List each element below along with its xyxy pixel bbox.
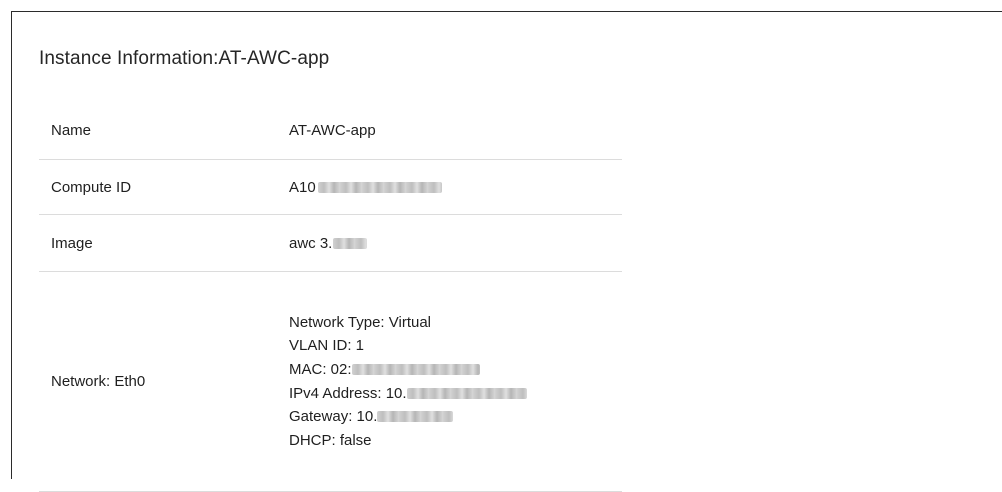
gateway-text: Gateway: 10.: [289, 408, 378, 426]
redacted-compute-id: [317, 181, 442, 193]
redacted-gateway: [377, 411, 454, 423]
table-row-name: Name AT-AWC-app: [39, 101, 622, 160]
image-value: awc 3.: [289, 234, 333, 252]
name-value: AT-AWC-app: [289, 121, 376, 139]
network-cell: Network Type: Virtual VLAN ID: 1 MAC: 02…: [289, 272, 622, 491]
table-row-image: Image awc 3.: [39, 215, 622, 272]
dhcp-text: DHCP: false: [289, 431, 372, 449]
table-row-compute-id: Compute ID A10: [39, 160, 622, 215]
gateway-line: Gateway: 10.: [289, 405, 527, 429]
redacted-ipv4: [406, 387, 527, 399]
instance-info-panel: Instance Information:AT-AWC-app Name AT-…: [11, 11, 1002, 492]
network-type-text: Network Type: Virtual: [289, 313, 432, 331]
mac-text: MAC: 02:: [289, 360, 352, 378]
network-label: Network: Eth0: [51, 373, 146, 390]
ipv4-line: IPv4 Address: 10.: [289, 382, 527, 406]
network-details-list: Network Type: Virtual VLAN ID: 1 MAC: 02…: [289, 311, 527, 453]
image-cell: awc 3.: [289, 215, 622, 271]
mac-line: MAC: 02:: [289, 358, 527, 382]
image-label: Image: [51, 234, 93, 252]
compute-id-value: A10: [289, 178, 316, 196]
dhcp-line: DHCP: false: [289, 429, 527, 453]
redacted-image-version: [333, 237, 368, 249]
instance-details-table: Name AT-AWC-app Compute ID A10 Image awc…: [39, 101, 622, 492]
name-label: Name: [51, 121, 92, 139]
compute-id-label: Compute ID: [51, 178, 132, 196]
network-type-line: Network Type: Virtual: [289, 311, 527, 335]
compute-id-cell: A10: [289, 160, 622, 214]
vlan-id-text: VLAN ID: 1: [289, 337, 365, 355]
table-row-network: Network: Eth0 Network Type: Virtual VLAN…: [39, 272, 622, 492]
page-title: Instance Information:AT-AWC-app: [39, 48, 330, 69]
vlan-id-line: VLAN ID: 1: [289, 334, 527, 358]
ipv4-text: IPv4 Address: 10.: [289, 384, 407, 402]
redacted-mac: [351, 363, 480, 375]
